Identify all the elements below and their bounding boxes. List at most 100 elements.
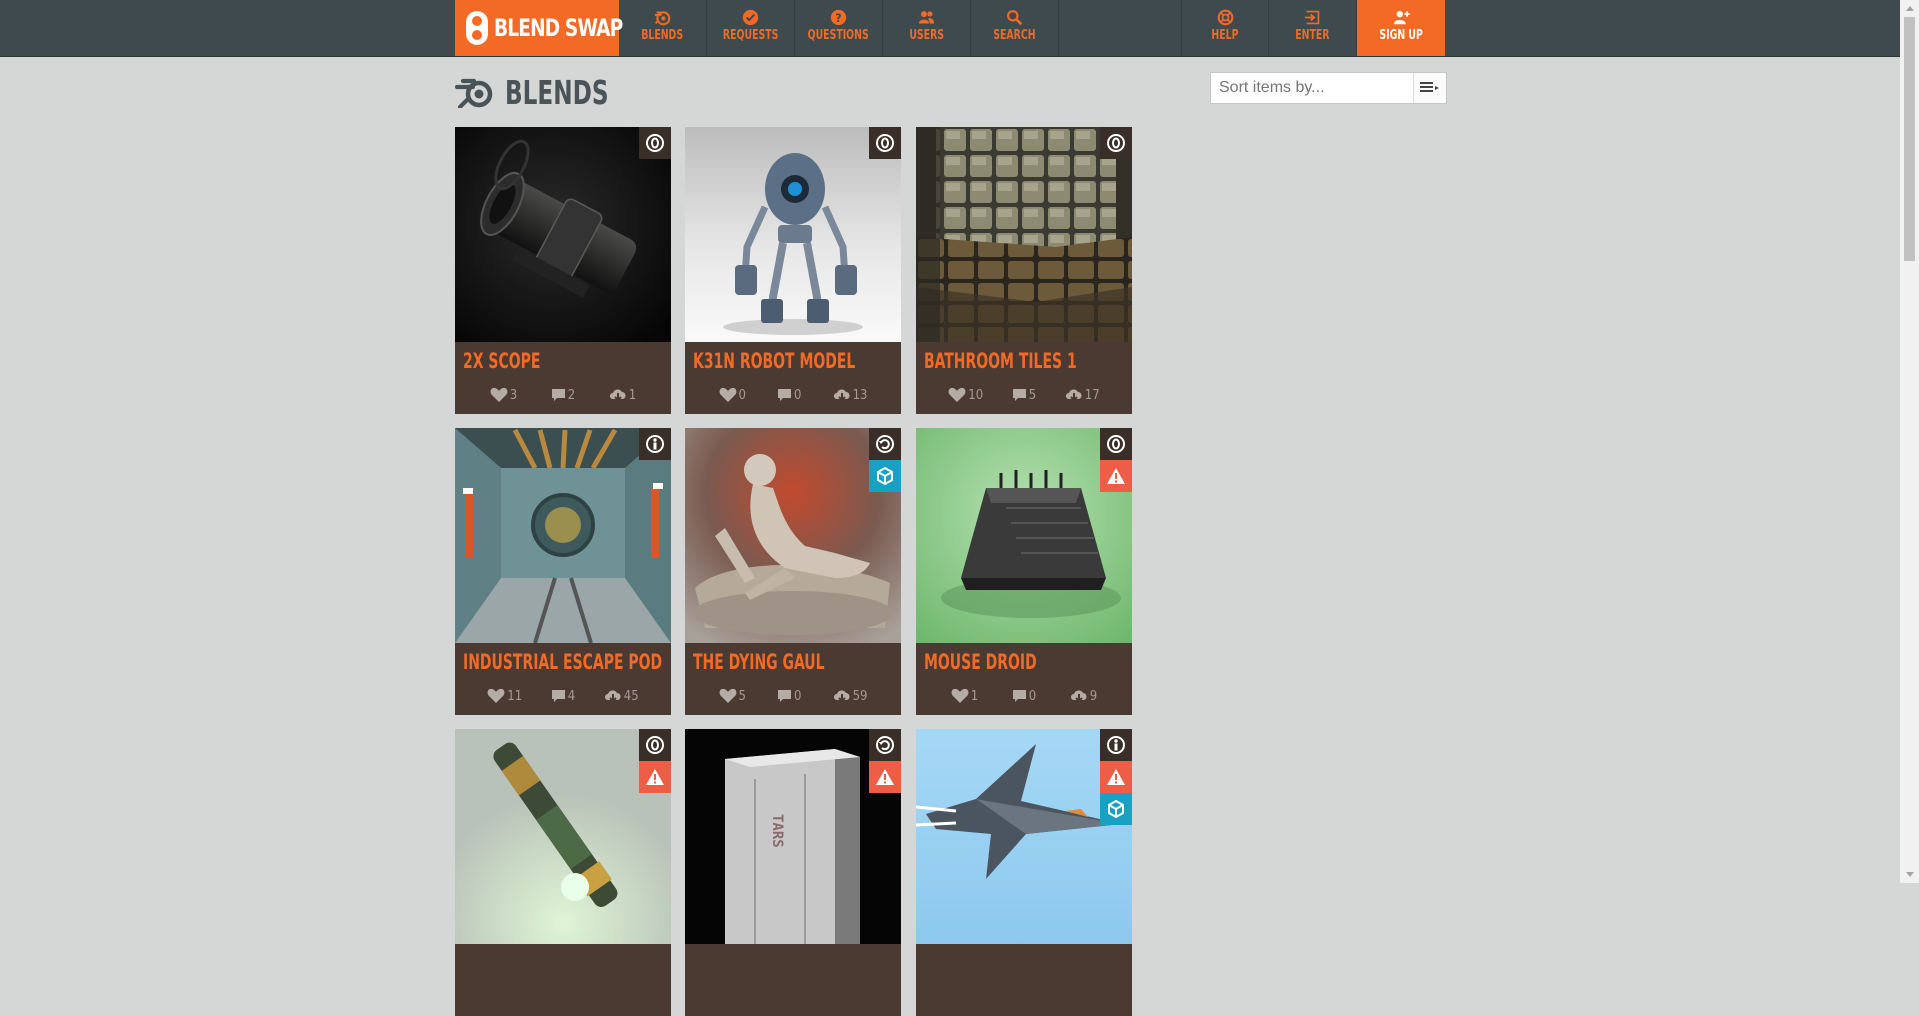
nav-questions[interactable]: ? QUESTIONS [795,0,883,56]
nav-sign-up-button[interactable]: SIGN UP [1357,0,1445,56]
list-sort-icon [1420,82,1439,92]
nav-users[interactable]: USERS [883,0,971,56]
blend-swap-logo[interactable]: BLEND SWAP [455,0,623,56]
scroll-down-arrow-icon[interactable] [1900,866,1919,883]
cc-by-sa-license-icon [869,428,901,460]
cloud-download-icon [604,690,621,703]
cc0-license-icon [869,127,901,159]
likes-count: 5 [719,687,746,705]
cloud-download-icon [1070,690,1087,703]
scroll-up-arrow-icon[interactable] [1900,0,1919,17]
nav-requests-label: REQUESTS [722,28,779,43]
blend-title: K31N ROBOT MODEL [693,349,856,373]
heart-icon [719,387,736,402]
nav-enter[interactable]: ENTER [1269,0,1357,56]
heart-icon [719,688,736,703]
sort-list-button[interactable] [1413,73,1446,103]
comment-icon [551,389,565,401]
cc0-license-icon [639,127,671,159]
svg-text:?: ? [835,12,841,25]
blend-card[interactable]: THE DYING GAUL 5 0 59 [685,428,901,715]
blend-title: 2X SCOPE [463,349,541,373]
blend-stats: 1 0 9 [916,687,1132,705]
blend-thumbnail [455,127,671,342]
warning-icon [1100,460,1132,492]
blend-stats: 11 4 45 [455,687,671,705]
downloads-count: 59 [833,687,867,705]
cube-icon [1100,793,1132,825]
blend-stats: 5 0 59 [685,687,901,705]
cloud-download-icon [609,389,626,402]
comment-icon [1012,389,1026,401]
cc-by-license-icon [639,428,671,460]
comments-count: 0 [1012,687,1036,705]
blend-stats: 0 0 13 [685,386,901,404]
warning-icon [1100,761,1132,793]
monolith-label: TARS [769,814,785,848]
comments-count: 5 [1012,386,1036,404]
cloud-download-icon [833,389,850,402]
comment-icon [551,690,565,702]
likes-count: 11 [487,687,522,705]
blend-thumbnail [685,127,901,342]
top-navigation-bar: BLEND SWAP BLENDS REQUESTS ? QUESTIONS U… [0,0,1900,57]
search-icon [1007,10,1023,26]
heart-icon [951,688,969,703]
blend-card[interactable] [916,729,1132,1016]
cc0-license-icon [1100,127,1132,159]
blend-card[interactable]: 2X SCOPE 3 2 1 [455,127,671,414]
sort-input[interactable] [1211,73,1413,103]
nav-blends-label: BLENDS [641,28,684,43]
sort-control [1210,72,1447,104]
blend-title: BATHROOM TILES 1 [924,349,1077,373]
warning-icon [639,761,671,793]
likes-count: 10 [948,386,983,404]
cloud-download-icon [833,690,850,703]
question-circle-icon: ? [830,9,847,26]
cc-by-license-icon [1100,729,1132,761]
page-scrollbar[interactable] [1900,0,1919,883]
comments-count: 0 [777,687,802,705]
nav-search[interactable]: SEARCH [971,0,1059,56]
heart-icon [487,688,505,703]
nav-sign-up-label: SIGN UP [1379,28,1423,43]
blend-card[interactable]: K31N ROBOT MODEL 0 0 13 [685,127,901,414]
account-nav: HELP ENTER SIGN UP [1181,0,1445,56]
downloads-count: 13 [833,386,867,404]
downloads-count: 45 [604,687,639,705]
main-nav: BLENDS REQUESTS ? QUESTIONS USERS SEARCH [619,0,1059,56]
page-title: BLENDS [505,72,609,112]
lifebuoy-icon [1217,9,1233,26]
blend-card[interactable]: INDUSTRIAL ESCAPE POD 11 4 45 [455,428,671,715]
blend-title: MOUSE DROID [924,650,1037,674]
blend-card[interactable]: TARS [685,729,901,1016]
blend-stats: 3 2 1 [455,386,671,404]
blender-icon [654,11,671,26]
heart-icon [948,387,966,402]
nav-help[interactable]: HELP [1181,0,1269,56]
cc0-license-icon [1100,428,1132,460]
check-circle-icon [742,9,759,26]
blend-card[interactable]: MOUSE DROID 1 0 9 [916,428,1132,715]
blend-title: THE DYING GAUL [693,650,825,674]
nav-enter-label: ENTER [1295,28,1330,43]
nav-blends[interactable]: BLENDS [619,0,707,56]
scrollbar-thumb[interactable] [1904,17,1915,261]
downloads-count: 17 [1065,386,1100,404]
nav-questions-label: QUESTIONS [807,28,870,43]
cc0-license-icon [639,729,671,761]
blend-thumbnail [455,428,671,643]
comment-icon [778,690,792,702]
blend-stats: 10 5 17 [916,386,1132,404]
blend-card[interactable] [455,729,671,1016]
comments-count: 2 [551,386,575,404]
cloud-download-icon [1065,389,1082,402]
downloads-count: 9 [1070,687,1097,705]
page-header: BLENDS [455,72,638,112]
cube-icon [869,460,901,492]
cc-by-sa-license-icon [869,729,901,761]
comment-icon [778,389,792,401]
sign-in-icon [1304,10,1320,25]
blend-card[interactable]: BATHROOM TILES 1 10 5 17 [916,127,1132,414]
nav-requests[interactable]: REQUESTS [707,0,795,56]
